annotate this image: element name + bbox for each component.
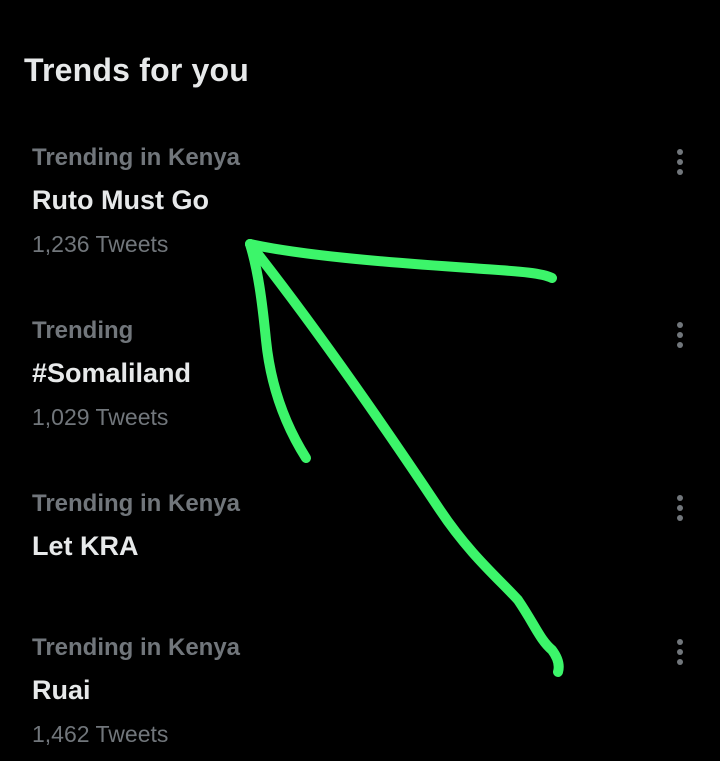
more-vertical-icon <box>677 149 683 175</box>
trend-name: Ruto Must Go <box>32 185 209 215</box>
more-vertical-icon <box>677 322 683 348</box>
trend-count: 1,462 Tweets <box>32 721 169 747</box>
more-options-button[interactable] <box>664 634 696 670</box>
section-title: Trends for you <box>24 52 250 88</box>
more-options-button[interactable] <box>664 490 696 526</box>
trend-context: Trending in Kenya <box>32 634 241 661</box>
more-options-button[interactable] <box>664 144 696 180</box>
trend-context: Trending <box>32 317 134 344</box>
trend-item-ruai[interactable]: Trending in Kenya Ruai 1,462 Tweets <box>0 620 720 761</box>
trend-context: Trending in Kenya <box>32 144 241 171</box>
trend-item-ruto-must-go[interactable]: Trending in Kenya Ruto Must Go 1,236 Twe… <box>0 130 720 280</box>
more-vertical-icon <box>677 639 683 665</box>
trend-item-somaliland[interactable]: Trending #Somaliland 1,029 Tweets <box>0 303 720 453</box>
trend-count: 1,236 Tweets <box>32 231 169 257</box>
more-options-button[interactable] <box>664 317 696 353</box>
trend-context: Trending in Kenya <box>32 490 241 517</box>
trend-name: Let KRA <box>32 531 139 561</box>
trends-panel: Trends for you Trending in Kenya Ruto Mu… <box>0 0 720 761</box>
trend-count: 1,029 Tweets <box>32 404 169 430</box>
trend-name: Ruai <box>32 675 91 705</box>
trend-name: #Somaliland <box>32 358 192 388</box>
more-vertical-icon <box>677 495 683 521</box>
trend-item-let-kra[interactable]: Trending in Kenya Let KRA <box>0 476 720 596</box>
